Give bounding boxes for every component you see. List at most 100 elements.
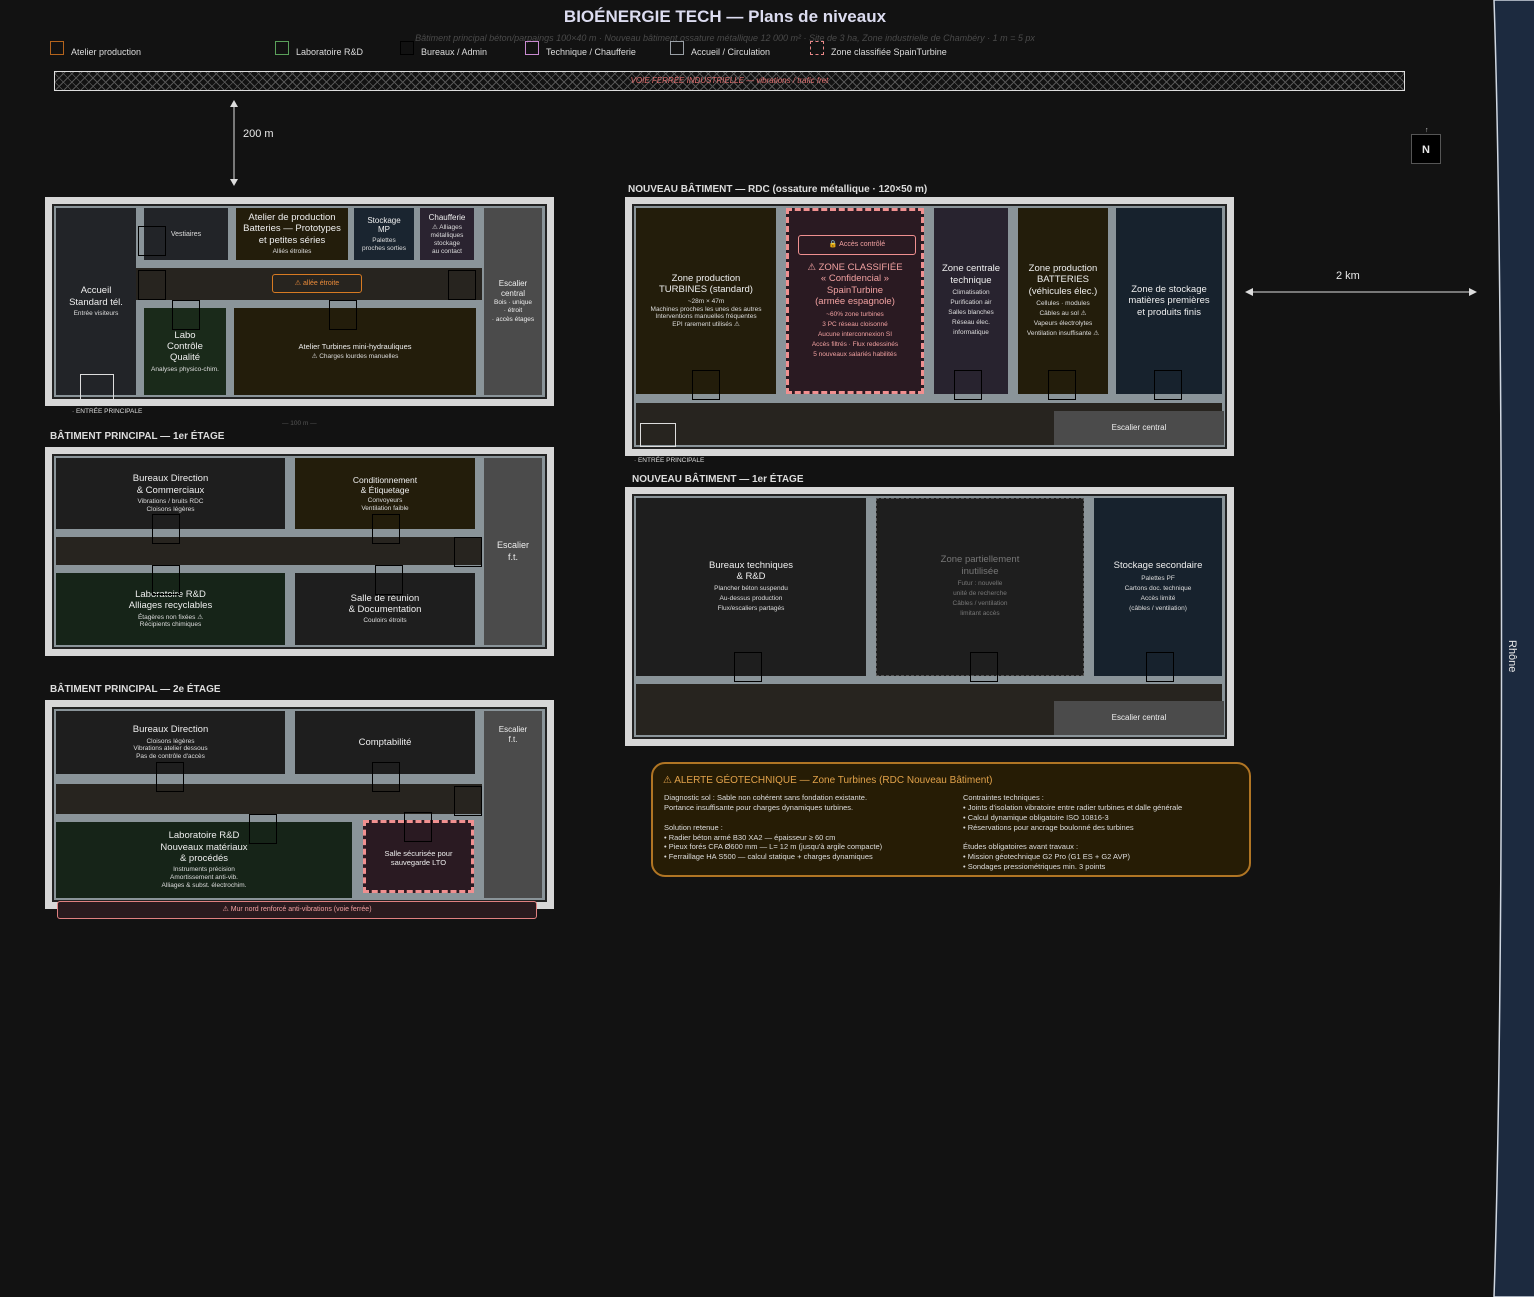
stairs-title: Escalier f.t. bbox=[496, 540, 529, 562]
door[interactable] bbox=[454, 786, 482, 816]
stairs-central[interactable]: Escalier central Bois · unique · étroit … bbox=[484, 208, 542, 395]
distance-200-label: 200 m bbox=[243, 128, 274, 140]
distance-arrow-vertical bbox=[230, 100, 238, 186]
alert-title: ⚠ ALERTE GÉOTECHNIQUE — Zone Turbines (R… bbox=[663, 775, 993, 786]
door[interactable] bbox=[372, 762, 400, 792]
room-title: Chaufferie bbox=[428, 212, 466, 222]
door[interactable] bbox=[954, 370, 982, 400]
room-title: ⚠ ZONE CLASSIFIÉE « Confidencial » Spain… bbox=[807, 262, 903, 308]
room-note: Étagères non fixées ⚠ Récipients chimiqu… bbox=[137, 613, 204, 629]
room-atelier-batteries[interactable]: Atelier de production Batteries — Protot… bbox=[236, 208, 348, 260]
stairs-central[interactable]: Escalier central bbox=[1054, 411, 1224, 445]
legend-swatch bbox=[400, 41, 414, 55]
room-note: ⚠ Charges lourdes manuelles bbox=[311, 353, 399, 361]
scale-100m: — 100 m — bbox=[282, 420, 317, 427]
room-title: Zone centrale technique bbox=[941, 263, 1001, 286]
door[interactable] bbox=[156, 762, 184, 792]
railway: VOIE FERRÉE INDUSTRIELLE — vibrations / … bbox=[54, 71, 1405, 91]
room-title: Bureaux Direction bbox=[132, 724, 209, 736]
legend-item-classifiee: Zone classifiée SpainTurbine bbox=[810, 41, 947, 57]
door[interactable] bbox=[375, 565, 403, 595]
door[interactable] bbox=[734, 652, 762, 682]
stairs-note: Bois · unique · étroit · accès étages bbox=[491, 299, 535, 323]
room-note: Palettes proches sorties bbox=[361, 236, 407, 252]
legend-label: Zone classifiée SpainTurbine bbox=[831, 47, 947, 57]
room-note: Alliés étroites bbox=[272, 248, 312, 256]
door[interactable] bbox=[970, 652, 998, 682]
new-entrance-door[interactable] bbox=[640, 423, 676, 447]
legend-label: Bureaux / Admin bbox=[421, 47, 488, 57]
legend-item-bureaux: Bureaux / Admin bbox=[400, 41, 488, 57]
door[interactable] bbox=[329, 300, 357, 330]
door[interactable] bbox=[1154, 370, 1182, 400]
stairs-title: Escalier f.t. bbox=[498, 725, 528, 744]
legend-swatch bbox=[50, 41, 64, 55]
room-zone-technique[interactable]: Zone centrale technique Climatisation Pu… bbox=[934, 208, 1008, 394]
door[interactable] bbox=[1146, 652, 1174, 682]
room-title: Bureaux techniques & R&D bbox=[709, 559, 793, 582]
door[interactable] bbox=[172, 300, 200, 330]
room-note: Cellules · modules Câbles au sol ⚠ Vapeu… bbox=[1026, 299, 1100, 338]
legend-label: Atelier production bbox=[71, 47, 142, 57]
alert-right-column: Contraintes techniques : • Joints d'isol… bbox=[963, 793, 1183, 872]
room-zone-batteries[interactable]: Zone production BATTERIES (véhicules éle… bbox=[1018, 208, 1108, 394]
section-label-new-1: NOUVEAU BÂTIMENT — 1er ÉTAGE bbox=[632, 474, 804, 485]
room-title: Zone production BATTERIES (véhicules éle… bbox=[1028, 262, 1098, 297]
room-title: Stockage secondaire bbox=[1113, 560, 1203, 572]
room-title: Bureaux Direction & Commerciaux bbox=[132, 473, 209, 496]
door[interactable] bbox=[152, 514, 180, 544]
stairs-central[interactable]: Escalier f.t. bbox=[484, 711, 542, 898]
room-note: Analyses physico-chim. bbox=[151, 365, 219, 373]
room-stockage-secondaire[interactable]: Stockage secondaire Palettes PF Cartons … bbox=[1094, 498, 1222, 676]
legend-label: Laboratoire R&D bbox=[296, 47, 364, 57]
door[interactable] bbox=[138, 270, 166, 300]
page-subtitle: Bâtiment principal béton/parpaings 100×4… bbox=[415, 33, 1035, 43]
room-note: Futur : nouvelle unité de recherche Câbl… bbox=[952, 580, 1008, 618]
main-entrance-door[interactable] bbox=[80, 374, 114, 400]
door[interactable] bbox=[454, 537, 482, 567]
room-note: ~28m × 47m Machines proches les unes des… bbox=[650, 297, 762, 329]
stairs-title: Escalier central bbox=[1111, 713, 1167, 722]
room-zone-classifiee[interactable]: 🔒 Accès contrôlé ⚠ ZONE CLASSIFIÉE « Con… bbox=[786, 208, 924, 394]
new-building-1st: Bureaux techniques & R&D Plancher béton … bbox=[625, 487, 1234, 746]
room-note: Plancher béton suspendu Au-dessus produc… bbox=[714, 585, 788, 613]
stairs-central[interactable]: Escalier central bbox=[1054, 701, 1224, 735]
room-title: Accueil Standard tél. bbox=[69, 285, 123, 308]
legend-swatch bbox=[670, 41, 684, 55]
stairs-title: Escalier central bbox=[1111, 423, 1167, 432]
legend-item-labo: Laboratoire R&D bbox=[275, 41, 364, 57]
room-zone-turbines[interactable]: Zone production TURBINES (standard) ~28m… bbox=[636, 208, 776, 394]
room-bureaux-techniques[interactable]: Bureaux techniques & R&D Plancher béton … bbox=[636, 498, 866, 676]
room-chaufferie[interactable]: Chaufferie ⚠ Alliages métalliques stocka… bbox=[420, 208, 474, 260]
stairs-central[interactable]: Escalier f.t. bbox=[484, 458, 542, 645]
legend-swatch bbox=[525, 41, 539, 55]
door[interactable] bbox=[448, 270, 476, 300]
section-label-main-2: BÂTIMENT PRINCIPAL — 2e ÉTAGE bbox=[50, 684, 221, 695]
room-zone-inutilisee[interactable]: Zone partiellement inutilisée Futur : no… bbox=[876, 498, 1084, 676]
room-title: Laboratoire R&D Nouveaux matériaux & pro… bbox=[160, 830, 248, 864]
room-title: Comptabilité bbox=[358, 736, 412, 748]
room-accueil[interactable]: Accueil Standard tél. Entrée visiteurs bbox=[56, 208, 136, 395]
room-zone-stockage[interactable]: Zone de stockage matières premières et p… bbox=[1116, 208, 1222, 394]
main-building-2nd: Bureaux Direction Cloisons légères Vibra… bbox=[45, 700, 554, 909]
geotech-alert-box: ⚠ ALERTE GÉOTECHNIQUE — Zone Turbines (R… bbox=[651, 762, 1251, 877]
room-note: Cloisons légères Vibrations atelier dess… bbox=[133, 737, 208, 761]
main-building-1st: Bureaux Direction & Commerciaux Vibratio… bbox=[45, 447, 554, 656]
legend-swatch bbox=[275, 41, 289, 55]
door[interactable] bbox=[404, 812, 432, 842]
room-title: Salle sécurisée pour sauvegarde LTO bbox=[384, 848, 453, 867]
new-building-rdc: Zone production TURBINES (standard) ~28m… bbox=[625, 197, 1234, 456]
door[interactable] bbox=[1048, 370, 1076, 400]
room-title: Atelier de production Batteries — Protot… bbox=[243, 212, 341, 246]
door[interactable] bbox=[152, 565, 180, 595]
page-title: BIOÉNERGIE TECH — Plans de niveaux bbox=[563, 7, 887, 26]
room-title: Conditionnement & Étiquetage bbox=[352, 474, 418, 495]
room-labo-materiaux[interactable]: Laboratoire R&D Nouveaux matériaux & pro… bbox=[56, 822, 352, 898]
door[interactable] bbox=[692, 370, 720, 400]
room-stockage-mp[interactable]: Stockage MP Palettes proches sorties bbox=[354, 208, 414, 260]
door[interactable] bbox=[372, 514, 400, 544]
door[interactable] bbox=[138, 226, 166, 256]
warning-narrow-aisle: ⚠ allée étroite bbox=[272, 274, 362, 293]
door[interactable] bbox=[249, 814, 277, 844]
north-label: N bbox=[1422, 144, 1430, 156]
